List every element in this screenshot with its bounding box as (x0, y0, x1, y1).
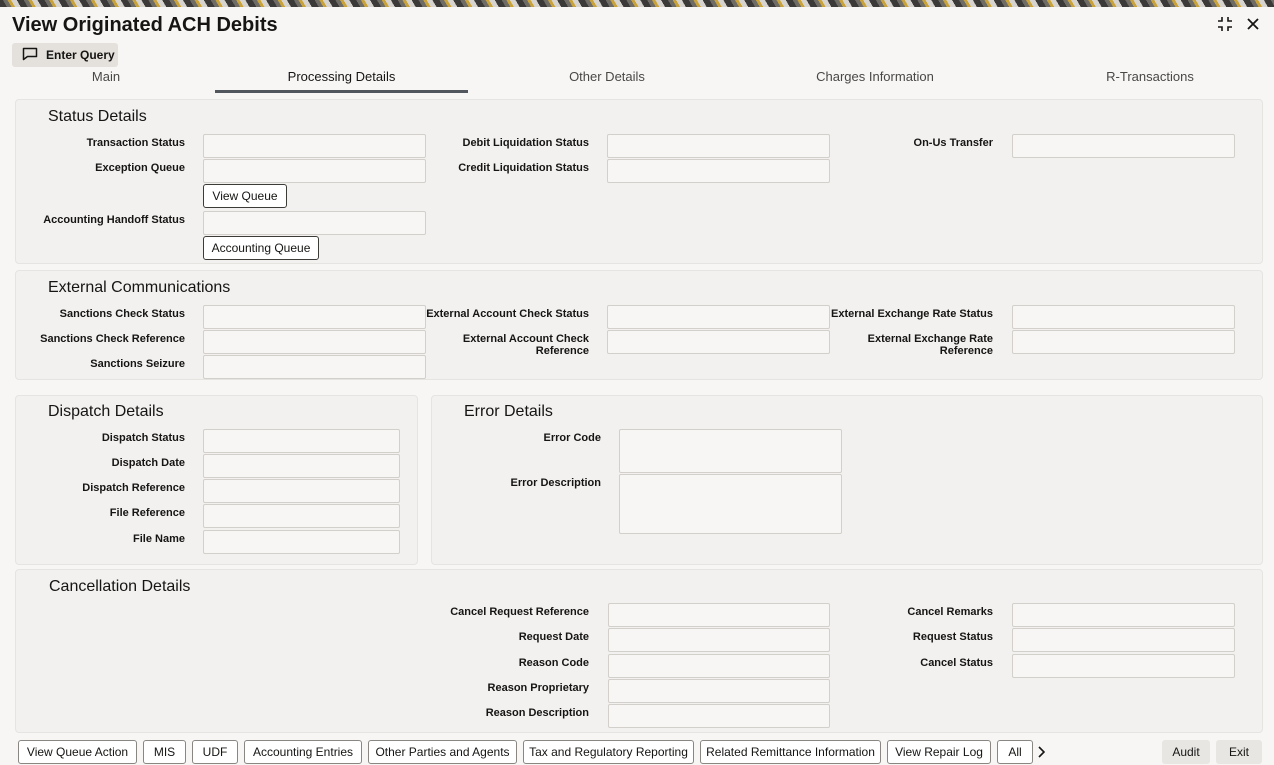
sanctions-check-reference-label: Sanctions Check Reference (40, 333, 185, 345)
dispatch-date-label: Dispatch Date (111, 457, 185, 469)
request-status-field[interactable] (1012, 628, 1235, 652)
dispatch-date-field[interactable] (203, 454, 400, 478)
cancellation-details-title: Cancellation Details (49, 578, 191, 595)
tab-other-details[interactable]: Other Details (540, 69, 674, 84)
sanctions-seizure-label: Sanctions Seizure (90, 358, 185, 370)
error-description-field[interactable] (619, 474, 842, 534)
dispatch-status-label: Dispatch Status (101, 432, 185, 444)
cancel-request-reference-label: Cancel Request Reference (450, 606, 589, 618)
accounting-queue-button[interactable]: Accounting Queue (203, 236, 319, 260)
reason-description-field[interactable] (608, 704, 830, 728)
enter-query-label: Enter Query (46, 48, 115, 62)
cancel-status-label: Cancel Status (920, 657, 993, 669)
reason-description-label: Reason Description (485, 707, 589, 719)
page-title: View Originated ACH Debits (12, 14, 278, 36)
cancel-request-reference-field[interactable] (608, 603, 830, 627)
tab-charges-information[interactable]: Charges Information (790, 69, 960, 84)
on-us-transfer-field[interactable] (1012, 134, 1235, 158)
accounting-handoff-status-field[interactable] (203, 211, 426, 235)
external-account-check-reference-field[interactable] (607, 330, 830, 354)
file-reference-field[interactable] (203, 504, 400, 528)
exit-button[interactable]: Exit (1216, 740, 1262, 764)
debit-liquidation-status-label: Debit Liquidation Status (462, 137, 590, 149)
status-details-title: Status Details (48, 108, 147, 125)
view-queue-button[interactable]: View Queue (203, 184, 287, 208)
tax-and-regulatory-reporting-button[interactable]: Tax and Regulatory Reporting (523, 740, 694, 764)
request-date-field[interactable] (608, 628, 830, 652)
exception-queue-label: Exception Queue (95, 162, 185, 174)
external-account-check-reference-label-line2: Reference (535, 345, 589, 357)
request-date-label: Request Date (518, 631, 589, 643)
external-exchange-rate-reference-label-line2: Reference (939, 345, 993, 357)
sanctions-seizure-field[interactable] (203, 355, 426, 379)
dispatch-status-field[interactable] (203, 429, 400, 453)
error-description-label: Error Description (510, 477, 601, 489)
close-icon[interactable] (1244, 15, 1262, 33)
external-exchange-rate-reference-label-line1: External Exchange Rate (867, 333, 993, 345)
accounting-handoff-status-label: Accounting Handoff Status (43, 214, 185, 226)
enter-query-button[interactable]: Enter Query (12, 43, 118, 67)
cancel-remarks-field[interactable] (1012, 603, 1235, 627)
transaction-status-label: Transaction Status (86, 137, 185, 149)
accounting-entries-button[interactable]: Accounting Entries (244, 740, 362, 764)
error-code-label: Error Code (543, 432, 601, 444)
other-parties-and-agents-button[interactable]: Other Parties and Agents (368, 740, 517, 764)
chat-icon (22, 47, 38, 64)
sanctions-check-status-field[interactable] (203, 305, 426, 329)
reason-code-label: Reason Code (518, 657, 589, 669)
chevron-right-icon[interactable] (1034, 744, 1048, 760)
dispatch-reference-field[interactable] (203, 479, 400, 503)
reason-proprietary-field[interactable] (608, 679, 830, 703)
file-reference-label: File Reference (109, 507, 185, 519)
header-banner (0, 0, 1274, 7)
all-button[interactable]: All (997, 740, 1033, 764)
active-tab-indicator (215, 90, 468, 93)
cancel-remarks-label: Cancel Remarks (907, 606, 993, 618)
dispatch-details-title: Dispatch Details (48, 403, 164, 420)
tab-processing-details[interactable]: Processing Details (215, 69, 468, 84)
exception-queue-field[interactable] (203, 159, 426, 183)
file-name-field[interactable] (203, 530, 400, 554)
mis-button[interactable]: MIS (143, 740, 186, 764)
external-exchange-rate-status-field[interactable] (1012, 305, 1235, 329)
external-exchange-rate-reference-field[interactable] (1012, 330, 1235, 354)
external-exchange-rate-reference-label: External Exchange Rate Reference (820, 333, 993, 357)
related-remittance-information-button[interactable]: Related Remittance Information (700, 740, 881, 764)
udf-button[interactable]: UDF (192, 740, 238, 764)
on-us-transfer-label: On-Us Transfer (913, 137, 993, 149)
audit-button[interactable]: Audit (1162, 740, 1210, 764)
error-code-field[interactable] (619, 429, 842, 473)
dispatch-reference-label: Dispatch Reference (82, 482, 185, 494)
tab-main[interactable]: Main (72, 69, 140, 84)
cancel-status-field[interactable] (1012, 654, 1235, 678)
view-queue-action-button[interactable]: View Queue Action (18, 740, 137, 764)
external-exchange-rate-status-label: External Exchange Rate Status (830, 308, 993, 320)
external-communications-title: External Communications (48, 279, 231, 296)
credit-liquidation-status-label: Credit Liquidation Status (458, 162, 589, 174)
external-account-check-reference-label-line1: External Account Check (462, 333, 589, 345)
external-account-check-status-field[interactable] (607, 305, 830, 329)
external-account-check-status-label: External Account Check Status (426, 308, 589, 320)
file-name-label: File Name (133, 533, 185, 545)
tab-bar: Main Processing Details Other Details Ch… (0, 67, 1274, 93)
debit-liquidation-status-field[interactable] (607, 134, 830, 158)
view-repair-log-button[interactable]: View Repair Log (887, 740, 991, 764)
tab-r-transactions[interactable]: R-Transactions (1080, 69, 1220, 84)
sanctions-check-reference-field[interactable] (203, 330, 426, 354)
external-account-check-reference-label: External Account Check Reference (420, 333, 589, 357)
collapse-icon[interactable] (1216, 15, 1234, 33)
reason-code-field[interactable] (608, 654, 830, 678)
error-details-title: Error Details (464, 403, 553, 420)
transaction-status-field[interactable] (203, 134, 426, 158)
window: View Originated ACH Debits Enter Query M… (0, 7, 1274, 765)
sanctions-check-status-label: Sanctions Check Status (59, 308, 185, 320)
credit-liquidation-status-field[interactable] (607, 159, 830, 183)
request-status-label: Request Status (912, 631, 993, 643)
footer-bar: View Queue Action MIS UDF Accounting Ent… (0, 733, 1274, 765)
reason-proprietary-label: Reason Proprietary (487, 682, 589, 694)
window-controls (1216, 15, 1262, 33)
